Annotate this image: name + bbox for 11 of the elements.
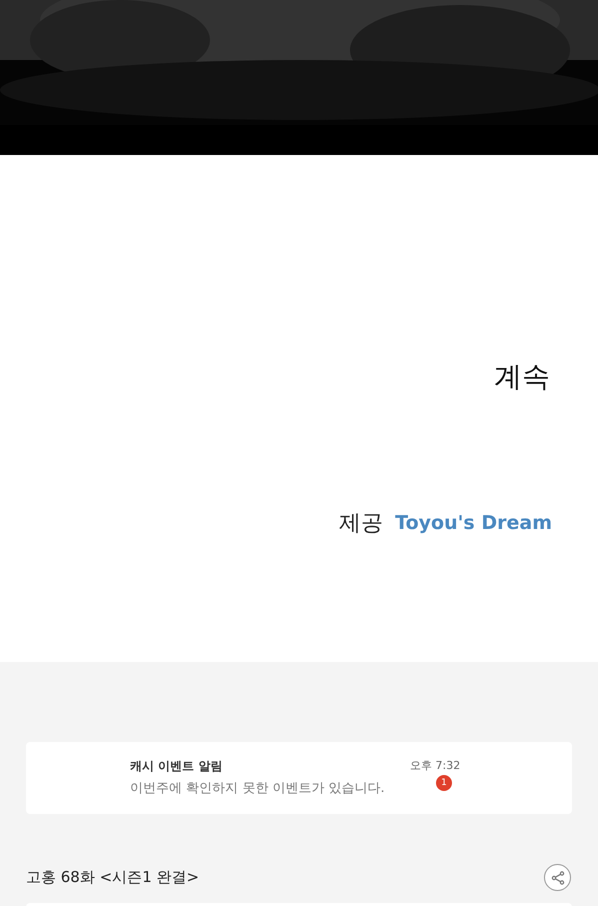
notification-card[interactable]: 캐시 이벤트 알림 이번주에 확인하지 못한 이벤트가 있습니다. 오후 7:32 1: [26, 742, 572, 814]
episode-title: 고홍 68화 <시즌1 완결>: [26, 868, 200, 887]
share-button[interactable]: [544, 864, 571, 891]
count-badge: 1: [436, 775, 452, 791]
notification-time: 오후 7:32: [410, 758, 460, 773]
publisher-logo: Toyou's Dream: [395, 512, 552, 534]
notification-message: 이번주에 확인하지 못한 이벤트가 있습니다.: [130, 780, 385, 797]
continued-text: 계속: [494, 359, 550, 395]
notification-title: 캐시 이벤트 알림: [130, 758, 224, 775]
credit-label: 제공: [339, 510, 384, 538]
share-icon: [550, 870, 564, 884]
